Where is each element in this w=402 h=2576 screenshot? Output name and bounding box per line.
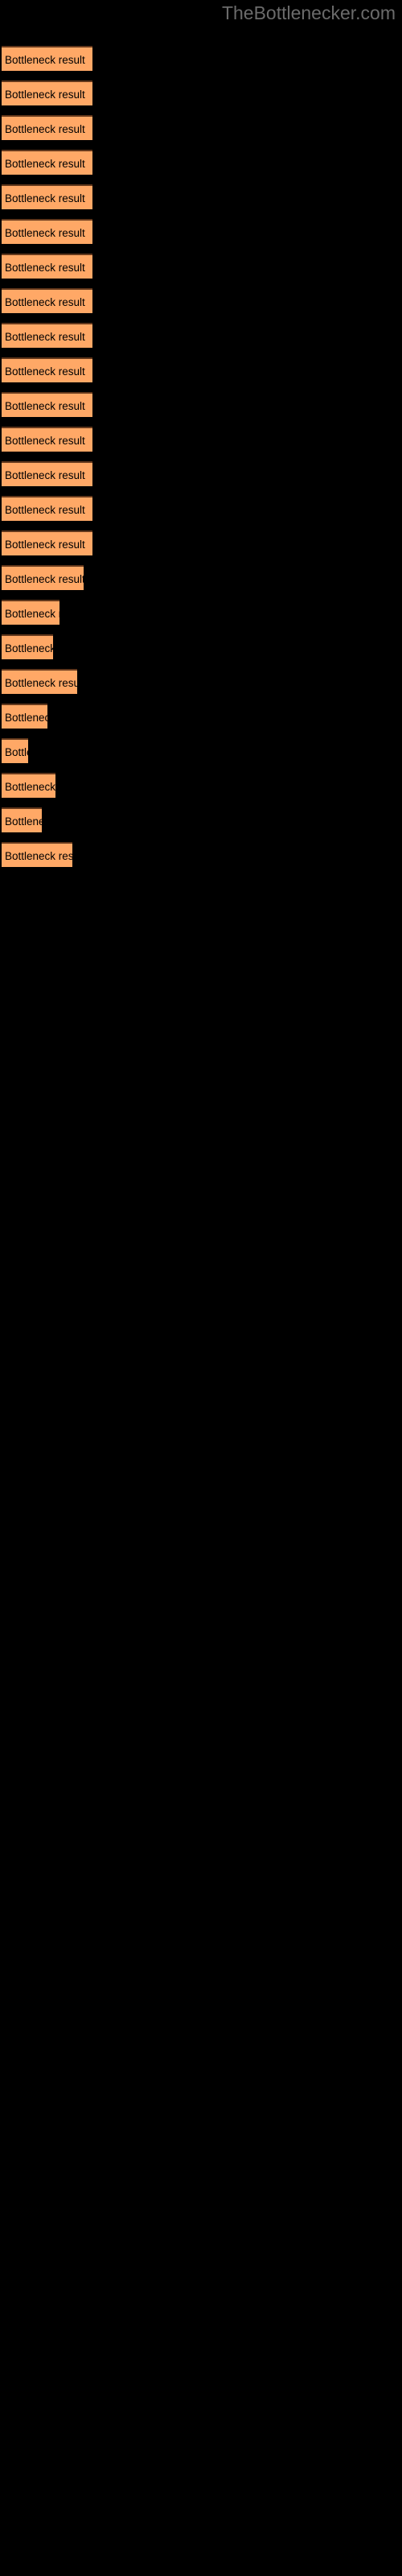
bar-label: Bottleneck result bbox=[5, 850, 72, 862]
bar-label: Bottleneck result bbox=[5, 781, 55, 793]
bar-label: Bottleneck result bbox=[5, 746, 28, 758]
bar-series-container: Bottleneck result Bottleneck result Bottle… bbox=[0, 0, 402, 2576]
bar-label: Bottleneck result bbox=[5, 539, 85, 551]
bar-label: Bottleneck result bbox=[5, 435, 85, 447]
bar-16: Bottleneck result bbox=[2, 565, 84, 590]
bar-label: Bottleneck result bbox=[5, 642, 53, 654]
bar-5: Bottleneck result bbox=[2, 184, 92, 209]
bar-1: Bottleneck result bbox=[2, 46, 92, 71]
bar-2: Bottleneck result bbox=[2, 80, 92, 105]
bar-label: Bottleneck result bbox=[5, 123, 85, 135]
bar-12: Bottleneck result bbox=[2, 427, 92, 452]
bar-13: Bottleneck result bbox=[2, 461, 92, 486]
bar-23: Bottleneck result bbox=[2, 807, 42, 832]
bar-label: Bottleneck result bbox=[5, 815, 42, 828]
bar-4: Bottleneck result bbox=[2, 150, 92, 175]
bar-14: Bottleneck result bbox=[2, 496, 92, 521]
bar-8: Bottleneck result bbox=[2, 288, 92, 313]
bar-label: Bottleneck result bbox=[5, 262, 85, 274]
bar-label: Bottleneck result bbox=[5, 608, 59, 620]
bar-21: Bottleneck result bbox=[2, 738, 28, 763]
bar-3: Bottleneck result bbox=[2, 115, 92, 140]
bar-9: Bottleneck result bbox=[2, 323, 92, 348]
bar-label: Bottleneck result bbox=[5, 573, 84, 585]
bar-label: Bottleneck result bbox=[5, 469, 85, 481]
bar-18: Bottleneck result bbox=[2, 634, 53, 659]
bar-19: Bottleneck result bbox=[2, 669, 77, 694]
bar-label: Bottleneck result bbox=[5, 192, 85, 204]
bar-17: Bottleneck result bbox=[2, 600, 59, 625]
bar-10: Bottleneck result bbox=[2, 357, 92, 382]
bar-label: Bottleneck result bbox=[5, 331, 85, 343]
bar-label: Bottleneck result bbox=[5, 365, 85, 378]
bar-label: Bottleneck result bbox=[5, 54, 85, 66]
bar-7: Bottleneck result bbox=[2, 254, 92, 279]
bar-label: Bottleneck result bbox=[5, 89, 85, 101]
bar-22: Bottleneck result bbox=[2, 773, 55, 798]
bar-24: Bottleneck result bbox=[2, 842, 72, 867]
bar-6: Bottleneck result bbox=[2, 219, 92, 244]
bar-15: Bottleneck result bbox=[2, 530, 92, 555]
bar-label: Bottleneck result bbox=[5, 227, 85, 239]
bar-20: Bottleneck result bbox=[2, 704, 47, 729]
bottleneck-bar-chart: TheBottlenecker.com Bottleneck result Bot… bbox=[0, 0, 402, 2576]
bar-11: Bottleneck result bbox=[2, 392, 92, 417]
bar-label: Bottleneck result bbox=[5, 158, 85, 170]
bar-label: Bottleneck result bbox=[5, 712, 47, 724]
bar-label: Bottleneck result bbox=[5, 400, 85, 412]
bar-label: Bottleneck result bbox=[5, 504, 85, 516]
bar-label: Bottleneck result bbox=[5, 677, 77, 689]
bar-label: Bottleneck result bbox=[5, 296, 85, 308]
